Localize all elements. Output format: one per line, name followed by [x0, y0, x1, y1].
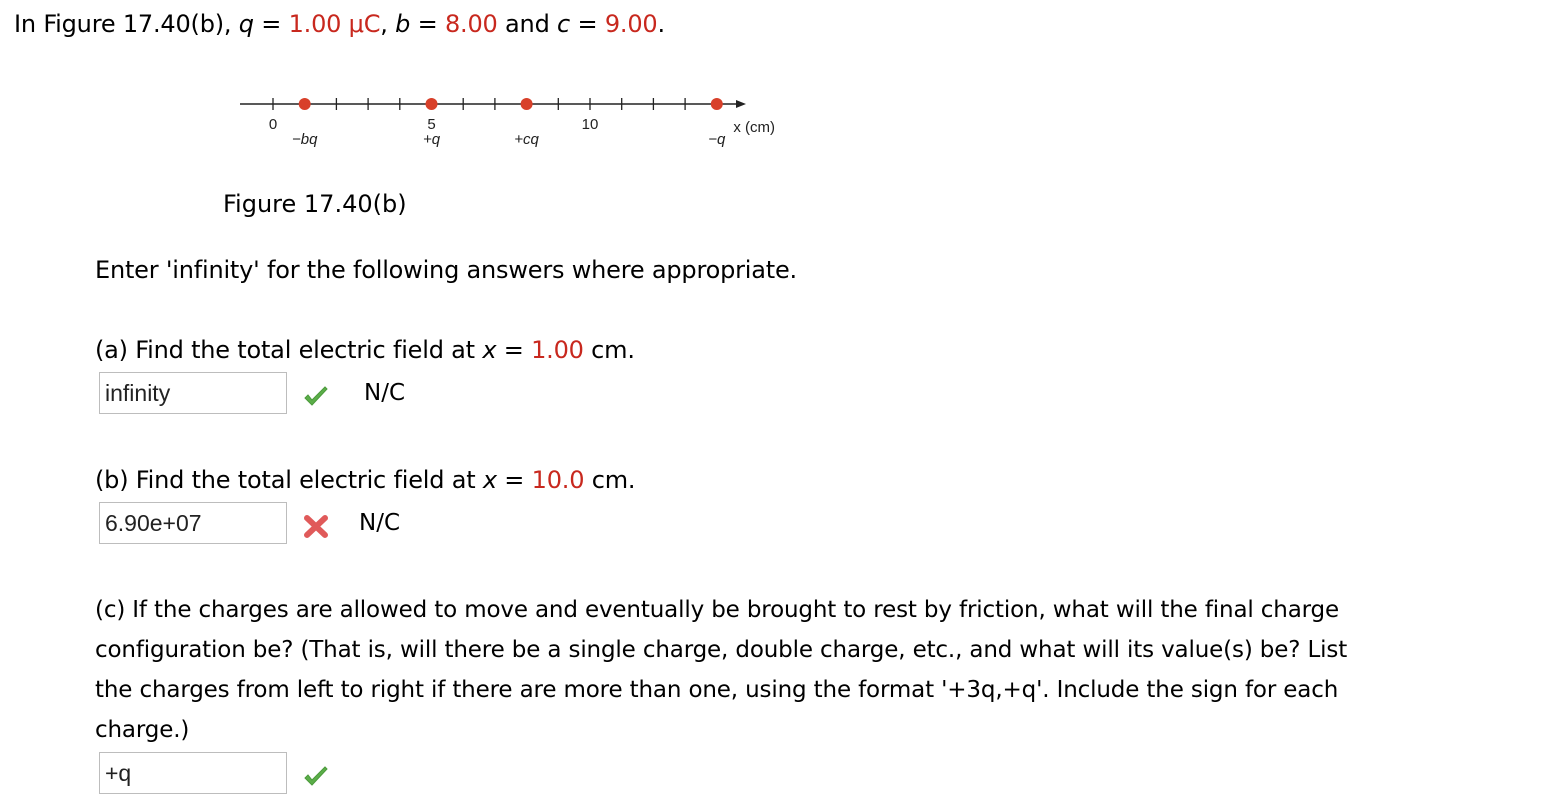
q-variable: q [238, 10, 254, 38]
charge-line-figure: 0 5 10 −bq +q +cq −q x (cm) [240, 98, 775, 148]
part-b-question: (b) Find the total electric field at x =… [95, 466, 636, 494]
correct-checkmark-icon [304, 386, 328, 406]
instruction-text: Enter 'infinity' for the following answe… [95, 256, 797, 284]
part-a-answer-input[interactable]: infinity [99, 372, 287, 414]
charge-dot [425, 98, 438, 110]
problem-statement: In Figure 17.40(b), q = 1.00 μC, b = 8.0… [14, 10, 665, 38]
charge-dot [520, 98, 533, 110]
x-axis-label: x (cm) [733, 119, 775, 136]
question-line: configuration be? (That is, will there b… [95, 637, 1348, 663]
x-axis-arrowhead [736, 100, 746, 108]
question-line: the charges from left to right if there … [95, 677, 1339, 703]
x-variable: x [482, 336, 497, 364]
equals-sign: = [496, 336, 532, 364]
question-line: (c) If the charges are allowed to move a… [95, 597, 1340, 623]
incorrect-x-icon [304, 515, 328, 538]
x-value: 1.00 [531, 336, 584, 364]
part-b-unit: N/C [359, 510, 401, 536]
part-a-question: (a) Find the total electric field at x =… [95, 336, 635, 364]
charge-label: −bq [292, 131, 318, 148]
period: . [657, 10, 665, 38]
question-text: (b) Find the total electric field at [95, 466, 483, 494]
b-variable: b [395, 10, 411, 38]
equals-sign: = [496, 466, 532, 494]
charge-dot [710, 98, 723, 110]
part-b-answer-input[interactable]: 6.90e+07 [99, 502, 287, 544]
charge-dot [298, 98, 311, 110]
c-variable: c [557, 10, 571, 38]
x-value: 10.0 [531, 466, 585, 494]
question-line: charge.) [95, 717, 190, 743]
charge-label: +q [423, 131, 441, 148]
tick-label: 0 [269, 116, 277, 133]
part-a-unit: N/C [364, 380, 406, 406]
intro-text: In Figure 17.40(b), [14, 10, 239, 38]
equals-sign: = [410, 10, 445, 38]
charge-label: +cq [514, 131, 539, 148]
unit-suffix: cm. [584, 466, 636, 494]
part-c-question: (c) If the charges are allowed to move a… [95, 590, 1545, 750]
question-text: (a) Find the total electric field at [95, 336, 483, 364]
tick-label: 10 [582, 116, 599, 133]
q-value: 1.00 μC [288, 10, 381, 38]
correct-checkmark-icon [304, 766, 328, 786]
part-c-answer-input[interactable]: +q [99, 752, 287, 794]
separator: , [380, 10, 396, 38]
c-value: 9.00 [604, 10, 658, 38]
x-variable: x [482, 466, 497, 494]
equals-sign: = [570, 10, 605, 38]
unit-suffix: cm. [583, 336, 635, 364]
separator: and [497, 10, 558, 38]
b-value: 8.00 [444, 10, 498, 38]
figure-caption: Figure 17.40(b) [223, 190, 407, 218]
charge-label: −q [708, 131, 726, 148]
equals-sign: = [253, 10, 289, 38]
